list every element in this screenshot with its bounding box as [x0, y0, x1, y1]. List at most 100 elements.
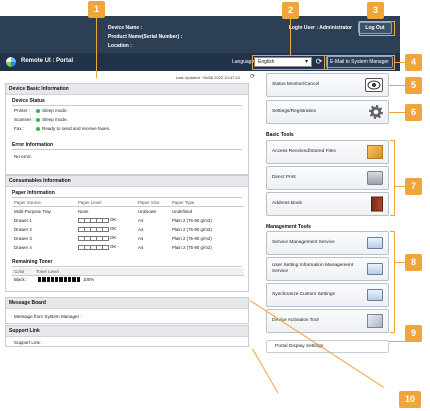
toner-percent: 100%	[82, 277, 95, 283]
paper-level-bar	[78, 226, 109, 232]
paper-type: Plain 2 (75-90 g/m2)	[172, 226, 212, 232]
printer-icon	[367, 171, 383, 185]
callout-4-frame	[324, 55, 395, 70]
status-monitor-label: Status Monitor/Cancel	[272, 82, 320, 87]
divider	[12, 265, 242, 267]
table-row: Black : 100%	[12, 275, 244, 284]
callout-9: 9	[405, 325, 422, 342]
status-row-printer: Printer : Sleep mode.	[6, 106, 248, 115]
status-ok-icon	[36, 126, 40, 131]
paper-type: Plain 2 (75-90 g/m2)	[172, 217, 212, 223]
column-header: Toner Level	[34, 267, 244, 276]
book-icon	[371, 196, 383, 212]
device-info: Device Name : Product Name(Serial Number…	[108, 24, 182, 51]
service-management-label: Service Management Service	[272, 240, 335, 245]
paper-level-cell: OK	[76, 216, 136, 225]
monitor-icon	[367, 263, 383, 275]
settings-registration-label: Settings/Registration	[272, 109, 317, 114]
status-monitor-cancel-button[interactable]: Status Monitor/Cancel	[266, 73, 389, 97]
product-name-label: Product Name(Serial Number) :	[108, 34, 183, 40]
consumables-title: Consumables Information	[6, 176, 248, 187]
status-key: Printer :	[14, 108, 31, 113]
callout-5-line	[389, 85, 405, 86]
paper-level: OK	[110, 226, 117, 232]
status-ok-icon	[36, 108, 40, 113]
location-label: Location :	[108, 43, 132, 49]
status-key: Fax :	[14, 126, 25, 131]
eye-icon	[365, 78, 383, 92]
paper-size: A4	[138, 226, 144, 232]
monitor-icon	[367, 289, 383, 301]
status-row-fax: Fax : Ready to send and receive faxes.	[6, 124, 248, 133]
message-board-title: Message Board	[6, 298, 248, 309]
callout-4: 4	[405, 54, 422, 71]
error-value: No error.	[14, 154, 32, 159]
last-updated: Last Updated : 06/06 2022 10:47:43	[176, 75, 240, 80]
callout-10: 10	[399, 391, 421, 408]
support-link-title: Support Link	[6, 326, 248, 337]
toner-level-bar	[38, 277, 81, 283]
toner-level-cell: 100%	[34, 275, 244, 284]
callout-8: 8	[405, 254, 422, 271]
message-board: Message Board Message from System Manage…	[5, 297, 249, 324]
paper-level: OK	[110, 235, 117, 241]
paper-level-bar	[78, 235, 109, 241]
toner-table: Color Toner Level Black : 100%	[12, 267, 244, 285]
user-setting-management-label: User Setting Information Management Serv…	[272, 263, 354, 274]
callout-1: 1	[88, 1, 105, 18]
portal-screen: Device Name : Product Name(Serial Number…	[0, 0, 430, 411]
status-row-scanner: Scanner : Sleep mode.	[6, 115, 248, 124]
user-setting-management-button[interactable]: User Setting Information Management Serv…	[266, 257, 389, 281]
column-header: Paper Level	[76, 199, 136, 207]
remote-ui-logo-icon	[6, 57, 16, 67]
direct-print-button[interactable]: Direct Print	[266, 166, 389, 190]
paper-source: Drawer 3	[14, 235, 32, 241]
login-user-value: Administrator	[319, 25, 352, 31]
device-activation-button[interactable]: Device Activation Tool	[266, 309, 389, 333]
tool-icon	[367, 314, 383, 328]
device-basic-title: Device Basic Information	[6, 84, 248, 95]
paper-level-cell: OK	[76, 243, 136, 252]
table-row: Multi-Purpose Tray None Unknown Undefine…	[12, 207, 244, 216]
table-row: Drawer 3 OK A4 Plain 2 (75-90 g/m2)	[12, 234, 244, 243]
paper-table: Paper Source Paper Level Paper Size Pape…	[12, 199, 244, 252]
callout-3-frame	[359, 21, 395, 36]
paper-level-cell: OK	[76, 234, 136, 243]
paper-type: Undefined	[172, 208, 193, 214]
paper-level: OK	[110, 217, 117, 223]
callout-8-bracket	[390, 231, 395, 333]
status-key: Scanner :	[14, 117, 34, 122]
paper-source: Drawer 2	[14, 226, 32, 232]
status-value: Ready to send and receive faxes.	[42, 126, 111, 131]
callout-8-line	[394, 262, 405, 263]
table-header-row: Color Toner Level	[12, 267, 244, 276]
access-files-button[interactable]: Access Received/Stored Files	[266, 140, 389, 164]
service-management-button[interactable]: Service Management Service	[266, 231, 389, 255]
callout-7-bracket	[390, 140, 395, 216]
callout-6-line	[389, 112, 405, 113]
settings-registration-button[interactable]: Settings/Registration	[266, 100, 389, 124]
address-book-button[interactable]: Address Book	[266, 192, 389, 216]
error-information-title: Error Information	[12, 142, 54, 148]
synchronize-settings-button[interactable]: Synchronize Custom Settings	[266, 283, 389, 307]
status-value: Sleep mode.	[42, 108, 68, 113]
synchronize-settings-label: Synchronize Custom Settings	[272, 292, 335, 297]
direct-print-label: Direct Print	[272, 175, 296, 180]
login-user: Login User : Administrator	[289, 25, 352, 31]
remaining-toner-title: Remaining Toner	[12, 258, 53, 265]
paper-type: Plain 2 (75-90 g/m2)	[172, 235, 212, 241]
divider	[12, 197, 242, 198]
paper-level-bar	[78, 244, 109, 250]
callout-9-line	[389, 341, 409, 342]
callout-2-line	[290, 19, 291, 55]
table-row: Drawer 2 OK A4 Plain 2 (75-90 g/m2)	[12, 225, 244, 234]
column-header: Paper Size	[136, 199, 170, 207]
paper-size: A4	[138, 244, 144, 250]
page-title: Remote UI : Portal	[21, 58, 74, 64]
gear-icon	[369, 105, 383, 119]
paper-information-title: Paper Information	[12, 190, 55, 196]
refresh-icon[interactable]: ⟳	[250, 73, 255, 80]
access-files-label: Access Received/Stored Files	[272, 149, 336, 154]
login-user-label: Login User :	[288, 25, 318, 31]
support-link-text[interactable]: Support Link :	[6, 338, 248, 347]
